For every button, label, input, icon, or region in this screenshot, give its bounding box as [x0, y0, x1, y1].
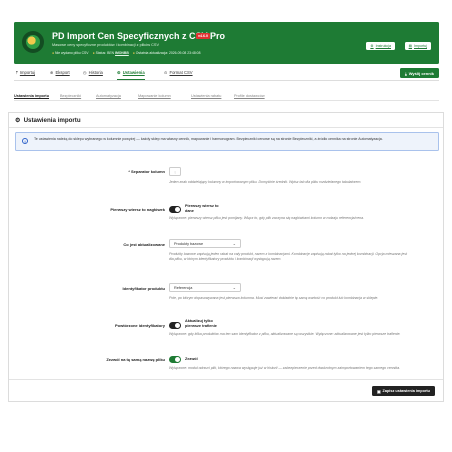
help-circle-icon: ⊙ [164, 70, 168, 75]
send-pricelist-button[interactable]: ⤓ Wyślij cennik [399, 68, 439, 78]
import-icon: ▤ [408, 44, 413, 48]
tab-discount-settings[interactable]: Ustawienia rabatu [191, 94, 221, 98]
main-nav: ⤒ Importuj ⊕ Eksport ◷ Historia ⚙ Ustawi… [14, 67, 439, 81]
chevron-down-icon: ⌄ [232, 241, 236, 246]
repeated-help: Wyłączone: gdy kilka produktów ma ten sa… [169, 332, 401, 336]
save-settings-button[interactable]: ▣ Zapisz ustawienia importu [371, 386, 435, 396]
status-line: ● Nie wydano pliku CSV ● Status: BEN IMO… [52, 51, 200, 55]
help-icon: ⚙ [370, 44, 374, 48]
save-settings-label: Zapisz ustawienia importu [382, 389, 430, 393]
nav-item-export[interactable]: ⊕ Eksport [50, 70, 70, 75]
card-title: Ustawienia importu [23, 116, 81, 124]
identifier-label: Identyfikator produktu [122, 286, 165, 291]
import-settings-card: ⚙ Ustawienia importu i Te ustawienia nal… [8, 112, 444, 402]
same-name-label: Zezwól na tę samą nazwę pliku [106, 357, 165, 362]
separator-input[interactable]: ; [169, 167, 181, 176]
identifier-select[interactable]: Referencja ⌄ [169, 283, 241, 292]
update-mode-label: Co jest aktualizowane [123, 242, 165, 247]
import-button[interactable]: ▤ Importuj [404, 42, 431, 50]
status-dot-icon: ● [92, 51, 95, 55]
header-row-label: Pierwszy wiersz to nagłówek [110, 207, 165, 212]
help-button[interactable]: ⚙ Instrukcja [366, 42, 395, 50]
help-button-label: Instrukcja [375, 44, 391, 48]
download-icon: ⊕ [50, 70, 54, 75]
identifier-field: Referencja ⌄ [169, 283, 241, 292]
tab-import-settings[interactable]: Ustawienia importu [14, 94, 49, 98]
tab-safeguards[interactable]: Bezpieczniki [60, 94, 81, 98]
identifier-help: Pole, po którym dopasowywana jest pierws… [169, 296, 379, 300]
same-name-help: Wyłączone: moduł odrzuci plik, którego n… [169, 366, 401, 370]
header-row-toggle[interactable] [169, 206, 181, 213]
nav-item-csv-format[interactable]: ⊙ Format CSV [164, 70, 193, 75]
status-dot-icon: ● [132, 51, 135, 55]
status-dot-icon: ● [52, 51, 55, 55]
version-badge: v4.6.0 [196, 33, 210, 39]
csv-status: Nie wydano pliku CSV [55, 51, 89, 55]
update-mode-field: Produkty bazowe ⌄ [169, 239, 241, 248]
plugin-subtitle: Masowe ceny specyficzne produktów i komb… [52, 43, 159, 47]
same-name-toggle[interactable] [169, 356, 181, 363]
plugin-header: PD Import Cen Specyficznych z CSV Pro v4… [14, 22, 439, 64]
status-link[interactable]: IMONBB [115, 51, 129, 55]
header-row-toggle-label: Pierwszy wiersz to dane [185, 204, 219, 213]
tab-supplier-profiles[interactable]: Profile dostawców [234, 94, 265, 98]
same-name-toggle-label: Zezwól [185, 357, 198, 361]
plugin-logo [22, 31, 44, 53]
repeated-label: Powtórzone identyfikatory [114, 323, 165, 328]
separator-help: Jeden znak oddzielający kolumny w import… [169, 180, 362, 184]
settings-subtabs: Ustawienia importu Bezpieczniki Automaty… [14, 91, 439, 101]
identifier-value: Referencja [174, 285, 193, 290]
download-icon: ⤓ [404, 70, 407, 76]
card-footer: ▣ Zapisz ustawienia importu [9, 379, 443, 401]
info-icon: i [22, 138, 28, 144]
update-mode-help: Produkty bazowe zapisują jeden rabat na … [169, 252, 407, 261]
repeated-toggle[interactable] [169, 322, 181, 329]
tab-column-mapping[interactable]: Mapowanie kolumn [138, 94, 171, 98]
separator-label: * Separator kolumn [128, 169, 165, 174]
send-pricelist-label: Wyślij cennik [408, 70, 434, 76]
status-value: BEN [107, 51, 115, 55]
save-icon: ▣ [376, 389, 381, 394]
notice-text: Te ustawienia należą do sklepu wybranego… [34, 136, 383, 141]
gears-icon: ⚙ [15, 116, 21, 124]
clock-icon: ◷ [83, 70, 87, 75]
chevron-down-icon: ⌄ [232, 285, 236, 290]
update-mode-value: Produkty bazowe [174, 241, 204, 246]
nav-item-settings[interactable]: ⚙ Ustawienia [117, 70, 145, 80]
nav-item-history[interactable]: ◷ Historia [83, 70, 103, 75]
update-mode-select[interactable]: Produkty bazowe ⌄ [169, 239, 241, 248]
separator-field: ; [169, 167, 181, 176]
upload-icon: ⤒ [16, 70, 18, 75]
status-label: Status: [95, 51, 107, 55]
header-row-help: Wyłączone: pierwszy wiersz pliku jest po… [169, 216, 365, 220]
import-button-label: Importuj [414, 44, 427, 48]
repeated-toggle-label: Aktualizuj tylko pierwsze trafienie [185, 319, 217, 328]
gear-icon: ⚙ [117, 70, 121, 75]
nav-item-import[interactable]: ⤒ Importuj [16, 70, 35, 75]
info-notice: i Te ustawienia należą do sklepu wybrane… [15, 132, 439, 151]
card-header: ⚙ Ustawienia importu [9, 113, 443, 128]
tab-automation[interactable]: Automatyzacja [96, 94, 121, 98]
last-update: Ostatnia aktualizacja: 2026-09-08 23:48:… [135, 51, 201, 55]
